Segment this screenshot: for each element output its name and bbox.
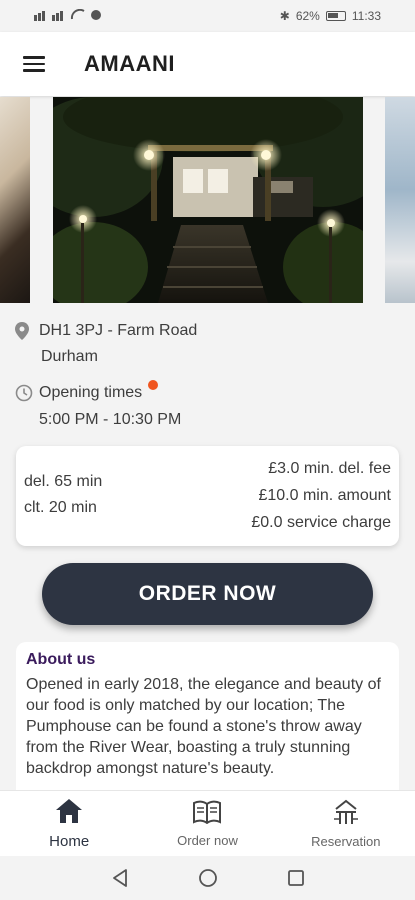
address-line1: DH1 3PJ - Farm Road — [39, 322, 198, 339]
min-order-amount: £10.0 min. amount — [258, 486, 391, 504]
collection-time: clt. 20 min — [24, 499, 97, 516]
image-carousel[interactable] — [0, 97, 415, 303]
home-circle-icon[interactable] — [196, 866, 220, 890]
home-icon — [55, 798, 83, 829]
recents-square-icon[interactable] — [284, 866, 308, 890]
carousel-image-current[interactable] — [53, 97, 363, 303]
restaurant-info: DH1 3PJ - Farm Road Durham Opening times… — [15, 318, 405, 434]
clock-icon — [15, 380, 39, 406]
hamburger-menu-icon[interactable] — [0, 32, 68, 96]
address-row: DH1 3PJ - Farm Road — [15, 318, 405, 344]
location-pin-icon — [15, 318, 39, 344]
app-title: AMAANI — [84, 51, 175, 76]
opening-times-row: Opening times — [15, 380, 405, 406]
open-status-indicator — [148, 380, 159, 390]
status-bar: ✱ 62% 11:33 — [0, 0, 415, 32]
nav-reservation-label: Reservation — [311, 833, 381, 849]
menu-book-icon — [192, 800, 222, 829]
signal-icons — [34, 8, 106, 24]
system-navigation-bar — [0, 856, 415, 900]
min-delivery-fee: £3.0 min. del. fee — [268, 459, 391, 477]
nav-reservation[interactable]: Reservation — [277, 791, 415, 856]
service-charge: £0.0 service charge — [251, 513, 391, 531]
status-right: ✱ 62% 11:33 — [280, 9, 381, 23]
delivery-time: del. 65 min — [24, 473, 103, 490]
carousel-image-next[interactable] — [385, 97, 415, 303]
bottom-navigation: Home Order now Reservation — [0, 790, 415, 856]
address-line2: Durham — [41, 348, 98, 365]
nav-order-now[interactable]: Order now — [138, 791, 276, 856]
opening-times-label: Opening times — [39, 384, 143, 401]
carousel-image-previous[interactable] — [0, 97, 30, 303]
nav-home-label: Home — [49, 832, 90, 850]
app-bar: AMAANI — [0, 32, 415, 96]
about-us-heading: About us — [26, 651, 96, 668]
delivery-info-card: del. 65 min clt. 20 min £3.0 min. del. f… — [16, 446, 399, 546]
nav-home[interactable]: Home — [0, 791, 138, 856]
battery-percent: 62% — [295, 9, 320, 23]
about-us-text: Opened in early 2018, the elegance and b… — [26, 676, 381, 777]
restaurant-icon — [332, 799, 360, 830]
order-now-button[interactable]: ORDER NOW — [42, 563, 373, 625]
clock: 11:33 — [351, 9, 381, 23]
bluetooth-icon: ✱ — [279, 9, 290, 23]
about-us-card: About us Opened in early 2018, the elega… — [16, 642, 399, 802]
nav-order-now-label: Order now — [177, 832, 238, 848]
back-triangle-icon[interactable] — [108, 866, 132, 890]
opening-hours: 5:00 PM - 10:30 PM — [39, 411, 182, 428]
battery-icon — [325, 11, 346, 21]
